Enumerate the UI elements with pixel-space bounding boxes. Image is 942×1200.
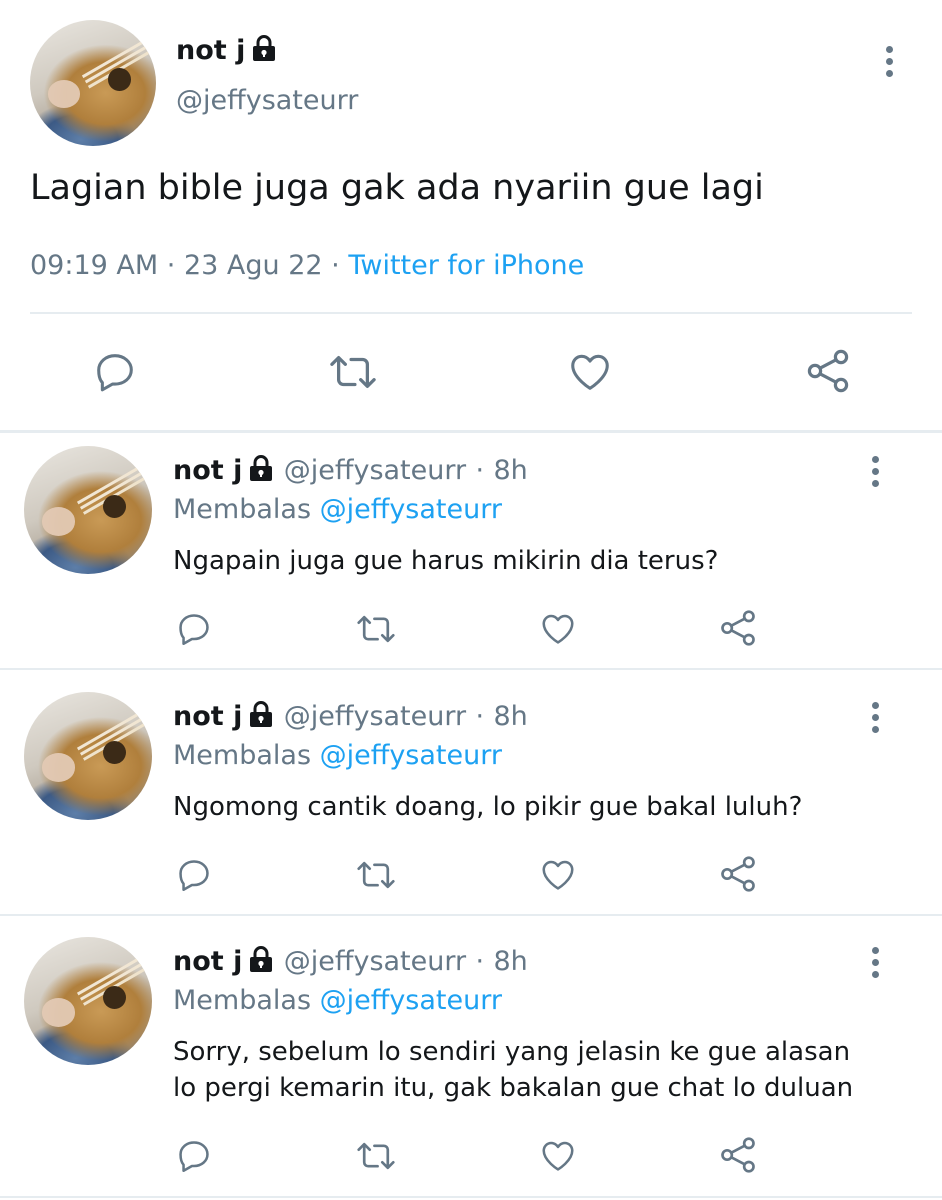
share-button[interactable] (718, 608, 758, 648)
more-icon[interactable] (884, 46, 894, 82)
more-icon[interactable] (870, 702, 880, 738)
display-name[interactable]: not j (173, 701, 242, 732)
like-button[interactable] (538, 856, 578, 894)
tweet-age: 8h (493, 946, 528, 977)
divider (0, 430, 942, 433)
tweet-date: 23 Agu 22 (183, 250, 323, 281)
reply-header: not j @jeffysateurr · 8h (173, 946, 528, 977)
tweet-text: Ngomong cantik doang, lo pikir gue bakal… (173, 792, 803, 822)
like-button[interactable] (566, 349, 614, 395)
reply-icon (179, 614, 209, 645)
replying-to-link[interactable]: @jeffysateurr (320, 494, 502, 525)
tweet-source-link[interactable]: Twitter for iPhone (348, 250, 584, 281)
share-icon (721, 610, 755, 646)
retweet-button[interactable] (326, 349, 380, 395)
avatar[interactable] (24, 446, 152, 574)
display-name[interactable]: not j (173, 455, 242, 486)
replying-to-link[interactable]: @jeffysateurr (320, 985, 502, 1016)
retweet-button[interactable] (354, 610, 398, 648)
retweet-icon (357, 1142, 395, 1170)
tweet-text-line: Sorry, sebelum lo sendiri yang jelasin k… (173, 1037, 851, 1067)
share-icon (721, 856, 755, 892)
reply-icon (179, 1141, 209, 1172)
share-icon (721, 1137, 755, 1173)
retweet-icon (357, 861, 395, 889)
handle[interactable]: @jeffysateurr (284, 455, 466, 486)
retweet-icon (357, 615, 395, 643)
reply-header: not j @jeffysateurr · 8h (173, 455, 528, 486)
avatar[interactable] (24, 692, 152, 820)
avatar[interactable] (30, 20, 156, 146)
reply-button[interactable] (175, 856, 213, 894)
retweet-icon (330, 355, 376, 389)
share-button[interactable] (804, 347, 852, 395)
divider (0, 1196, 942, 1198)
like-icon (542, 1141, 574, 1171)
tweet-meta: 09:19 AM · 23 Agu 22 · Twitter for iPhon… (30, 250, 585, 281)
tweet-text: Lagian bible juga gak ada nyariin gue la… (30, 168, 764, 208)
replying-to: Membalas @jeffysateurr (173, 494, 502, 525)
replying-to: Membalas @jeffysateurr (173, 985, 502, 1016)
share-button[interactable] (718, 1135, 758, 1175)
like-button[interactable] (538, 1137, 578, 1175)
retweet-button[interactable] (354, 1137, 398, 1175)
like-button[interactable] (538, 610, 578, 648)
replying-to: Membalas @jeffysateurr (173, 740, 502, 771)
reply-icon (179, 860, 209, 891)
like-icon (542, 860, 574, 890)
tweet-time: 09:19 AM (30, 250, 159, 281)
lock-icon (250, 701, 273, 727)
tweet-age: 8h (493, 701, 528, 732)
handle[interactable]: @jeffysateurr (284, 946, 466, 977)
reply-header: not j @jeffysateurr · 8h (173, 701, 528, 732)
divider (0, 668, 942, 670)
more-icon[interactable] (870, 947, 880, 983)
display-name[interactable]: not j (173, 946, 242, 977)
retweet-button[interactable] (354, 856, 398, 894)
handle[interactable]: @jeffysateurr (176, 85, 358, 116)
tweet-text: Ngapain juga gue harus mikirin dia terus… (173, 546, 719, 576)
handle[interactable]: @jeffysateurr (284, 701, 466, 732)
like-icon (571, 354, 609, 390)
avatar[interactable] (24, 937, 152, 1065)
share-button[interactable] (718, 854, 758, 894)
like-icon (542, 614, 574, 644)
replying-to-link[interactable]: @jeffysateurr (320, 740, 502, 771)
lock-icon (253, 35, 276, 61)
display-name[interactable]: not j (176, 34, 277, 66)
divider (30, 312, 912, 314)
reply-icon (97, 354, 133, 392)
tweet-age: 8h (493, 455, 528, 486)
divider (0, 914, 942, 916)
reply-button[interactable] (175, 610, 213, 648)
tweet-text-line: lo pergi kemarin itu, gak bakalan gue ch… (173, 1073, 854, 1103)
reply-button[interactable] (92, 349, 138, 395)
more-icon[interactable] (870, 456, 880, 492)
reply-button[interactable] (175, 1137, 213, 1175)
lock-icon (250, 455, 273, 481)
share-icon (807, 349, 849, 393)
lock-icon (250, 946, 273, 972)
